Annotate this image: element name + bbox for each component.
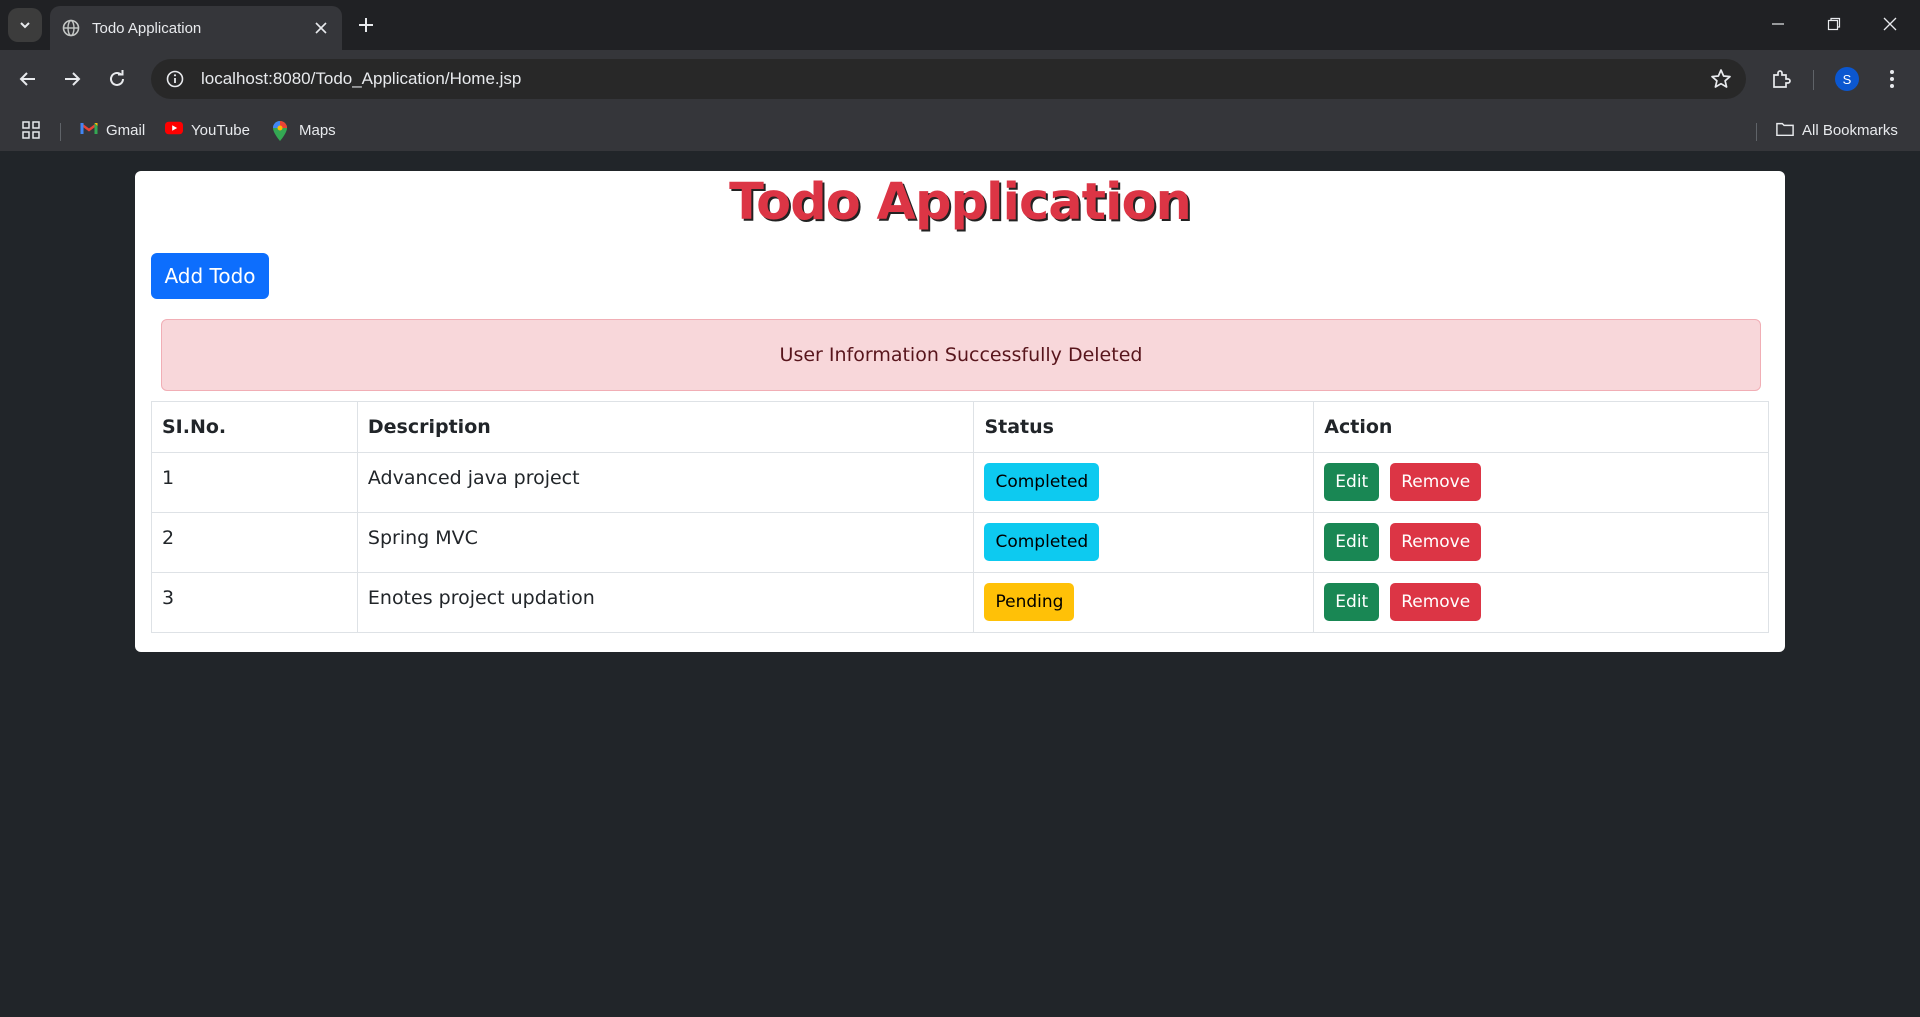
- browser-toolbar: localhost:8080/Todo_Application/Home.jsp…: [0, 50, 1920, 108]
- minimize-button[interactable]: [1750, 0, 1806, 48]
- close-window-button[interactable]: [1862, 0, 1918, 48]
- remove-button[interactable]: Remove: [1390, 583, 1482, 621]
- forward-button[interactable]: [55, 62, 89, 96]
- bookmarks-bar: Gmail YouTube Maps All Bookmarks: [0, 108, 1920, 151]
- site-info-icon[interactable]: [157, 61, 193, 97]
- bookmarks-divider: [60, 123, 61, 141]
- apps-button[interactable]: [22, 117, 40, 143]
- table-row: 1 Advanced java project Completed Edit Re…: [151, 452, 1769, 513]
- table-row: 2 Spring MVC Completed Edit Remove: [151, 512, 1769, 573]
- close-icon: [1883, 17, 1897, 31]
- cell-action: Edit Remove: [1313, 572, 1769, 633]
- table-header-row: SI.No. Description Status Action: [151, 401, 1769, 453]
- toolbar-divider: [1813, 70, 1814, 90]
- browser-chrome: Todo Application localhost:8080/Todo_App…: [0, 0, 1920, 151]
- add-todo-button[interactable]: Add Todo: [151, 253, 269, 299]
- edit-button[interactable]: Edit: [1324, 583, 1380, 621]
- status-badge: Completed: [984, 463, 1100, 501]
- cell-sl-no: 3: [151, 572, 358, 633]
- cell-action: Edit Remove: [1313, 512, 1769, 573]
- cell-status: Pending: [973, 572, 1315, 633]
- edit-button[interactable]: Edit: [1324, 463, 1380, 501]
- column-header-description: Description: [356, 401, 975, 453]
- puzzle-icon: [1773, 70, 1791, 88]
- alert-message: User Information Successfully Deleted: [161, 319, 1761, 391]
- plus-icon: [359, 18, 373, 32]
- cell-description: Enotes project updation: [356, 572, 975, 633]
- bookmark-star-icon[interactable]: [1710, 68, 1732, 90]
- address-bar[interactable]: localhost:8080/Todo_Application/Home.jsp: [151, 59, 1746, 99]
- bookmark-label: Gmail: [106, 121, 146, 139]
- profile-button[interactable]: S: [1830, 62, 1864, 96]
- extensions-button[interactable]: [1764, 62, 1798, 96]
- cell-sl-no: 1: [151, 452, 358, 513]
- apps-grid-icon: [22, 121, 40, 139]
- cell-description: Advanced java project: [356, 452, 975, 513]
- gmail-icon: [80, 121, 98, 139]
- avatar: S: [1835, 67, 1859, 91]
- bookmarks-divider: [1756, 123, 1757, 141]
- globe-icon: [62, 19, 80, 37]
- cell-sl-no: 2: [151, 512, 358, 573]
- edit-button[interactable]: Edit: [1324, 523, 1380, 561]
- tab-title: Todo Application: [92, 19, 202, 37]
- column-header-status: Status: [973, 401, 1315, 453]
- column-header-action: Action: [1313, 401, 1769, 453]
- remove-button[interactable]: Remove: [1390, 463, 1482, 501]
- back-button[interactable]: [11, 62, 45, 96]
- maps-icon: [273, 121, 291, 141]
- tab-search-button[interactable]: [8, 8, 42, 42]
- reload-icon: [110, 70, 124, 86]
- status-badge: Pending: [984, 583, 1075, 621]
- bookmark-label: Maps: [299, 121, 336, 139]
- url-text: localhost:8080/Todo_Application/Home.jsp: [201, 69, 522, 88]
- bookmark-label: YouTube: [191, 121, 250, 139]
- bookmark-youtube[interactable]: YouTube: [165, 117, 250, 143]
- menu-button[interactable]: [1875, 62, 1909, 96]
- restore-icon: [1827, 17, 1841, 31]
- table-row: 3 Enotes project updation Pending Edit Re…: [151, 572, 1769, 633]
- cell-action: Edit Remove: [1313, 452, 1769, 513]
- todo-card: Todo Application Add Todo User Informati…: [135, 171, 1785, 652]
- remove-button[interactable]: Remove: [1390, 523, 1482, 561]
- bookmark-gmail[interactable]: Gmail: [80, 117, 145, 143]
- status-badge: Completed: [984, 523, 1100, 561]
- page-title: Todo Application: [729, 173, 1192, 232]
- bookmark-maps[interactable]: Maps: [273, 117, 336, 143]
- minimize-icon: [1772, 23, 1784, 25]
- restore-button[interactable]: [1806, 0, 1862, 48]
- cell-description: Spring MVC: [356, 512, 975, 573]
- close-icon[interactable]: [312, 19, 330, 37]
- browser-tab[interactable]: Todo Application: [50, 6, 342, 50]
- folder-icon: [1776, 121, 1794, 139]
- more-vert-icon: [1890, 70, 1894, 88]
- all-bookmarks-button[interactable]: All Bookmarks: [1776, 117, 1898, 143]
- new-tab-button[interactable]: [352, 11, 380, 39]
- arrow-right-icon: [65, 72, 81, 86]
- cell-status: Completed: [973, 512, 1315, 573]
- arrow-left-icon: [19, 72, 35, 86]
- column-header-sl-no: SI.No.: [151, 401, 358, 453]
- cell-status: Completed: [973, 452, 1315, 513]
- youtube-icon: [165, 121, 183, 139]
- all-bookmarks-label: All Bookmarks: [1802, 121, 1898, 139]
- reload-button[interactable]: [100, 62, 134, 96]
- tab-strip: Todo Application: [0, 0, 1920, 50]
- todo-table: SI.No. Description Status Action 1 Advan…: [151, 401, 1769, 633]
- chevron-down-icon: [20, 22, 30, 29]
